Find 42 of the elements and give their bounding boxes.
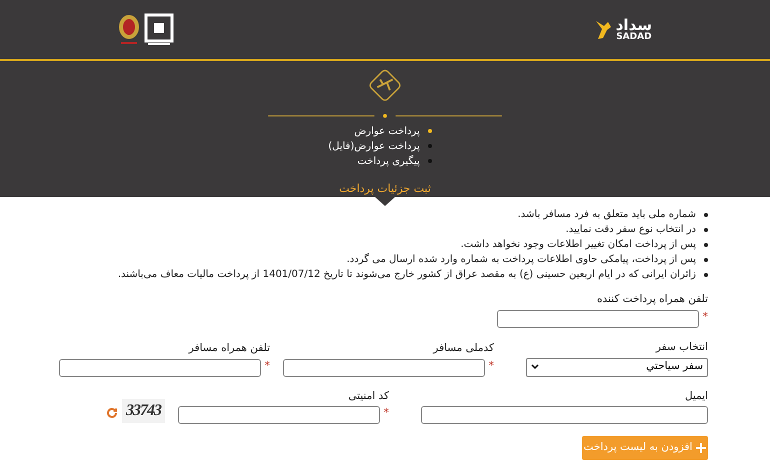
emblem-icon [144,12,174,46]
note-text: پس از پرداخت، پیامکی حاوی اطلاعات پرداخت به شماره وارد شده ارسال می گردد. [346,252,696,267]
input-field[interactable] [58,358,260,376]
required-mark: * [264,358,270,372]
bullet-icon [704,243,708,247]
input-field[interactable] [282,358,484,376]
input-field[interactable] [178,406,380,424]
field-label: کد امنیتی [347,388,389,404]
menu-item[interactable]: پرداخت عوارض(فایل) [328,138,432,154]
note-text: پس از پرداخت امکان تغییر اطلاعات وجود نخواهد داشت. [460,238,696,252]
required-mark: * [702,310,708,324]
trip-select[interactable]: سفر سیاحتي [526,358,708,376]
logo-text: سداد [616,18,652,32]
captcha-image: 33743 [122,399,165,424]
menu-item[interactable]: پیگیری پرداخت [357,154,432,168]
bullet-icon [704,213,708,217]
input-field[interactable] [496,310,698,328]
bullet-icon [704,258,708,262]
note-text: زائران ایرانی که در ایام اربعین حسینی (ع) به مقصد عراق از کشور خارج می‌شوند تا تاریخ 1401/07/12 از پرداخت مالیات معاف می‌باشند. [118,268,696,282]
logo-latin-text: SADAD [616,32,652,42]
plus-icon [696,443,706,454]
menu-item[interactable]: پرداخت عوارض [354,124,432,138]
required-mark: * [488,358,494,372]
required-mark: * [384,406,389,420]
field-label: تلفن همراه مسافر [187,340,270,356]
input-field[interactable] [421,406,708,424]
bank-emblem-icon [118,12,140,46]
bullet-icon [704,273,708,277]
field-label: انتخاب سفر [654,340,708,355]
bullet-icon [428,159,432,163]
bullet-icon [428,129,432,133]
section-title: ثبت جزئیات پرداخت [339,180,431,197]
bullet-icon [428,144,432,148]
logo-mark-icon [594,18,612,40]
bullet-icon [704,228,708,232]
refresh-icon[interactable] [106,407,118,420]
note-text: در انتخاب نوع سفر دقت نمایید. [566,223,696,237]
note-text: شماره ملی باید متعلق به فرد مسافر باشد. [518,208,696,222]
field-label: ایمیل [684,388,708,404]
chevron-down-icon [531,364,539,370]
field-label: تلفن همراه پرداخت کننده [596,292,708,307]
field-label: کدملی مسافر [432,340,494,356]
